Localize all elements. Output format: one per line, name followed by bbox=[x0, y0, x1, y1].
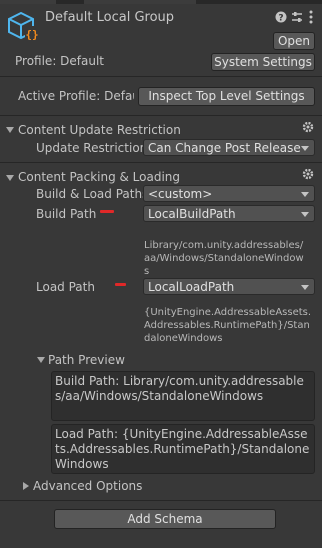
build-path-dropdown[interactable]: LocalBuildPath bbox=[143, 205, 315, 222]
editor-tab-strip bbox=[0, 0, 322, 4]
more-menu-icon[interactable] bbox=[308, 10, 314, 24]
help-icon[interactable]: ? bbox=[275, 11, 287, 24]
add-schema-button[interactable]: Add Schema bbox=[54, 509, 276, 529]
presets-icon[interactable] bbox=[291, 11, 303, 23]
system-settings-button[interactable]: System Settings bbox=[211, 53, 315, 71]
gear-icon[interactable] bbox=[302, 168, 314, 180]
build-path-label: Build Path bbox=[36, 207, 97, 221]
divider bbox=[0, 76, 322, 77]
update-restriction-label: Update Restriction bbox=[36, 141, 148, 155]
svg-text:{}: {} bbox=[25, 28, 38, 41]
divider bbox=[0, 115, 322, 116]
annotation-mark bbox=[100, 210, 114, 213]
update-restriction-dropdown[interactable]: Can Change Post Release bbox=[143, 139, 315, 156]
update-restriction-value: Can Change Post Release bbox=[148, 141, 301, 155]
chevron-down-icon bbox=[301, 146, 309, 151]
packing-title[interactable]: Content Packing & Loading bbox=[18, 170, 180, 184]
build-path-value: LocalBuildPath bbox=[148, 207, 236, 221]
load-path-label: Load Path bbox=[36, 280, 95, 294]
build-load-paths-dropdown[interactable]: <custom> bbox=[143, 185, 315, 202]
chevron-down-icon bbox=[301, 212, 309, 217]
path-preview-build: Build Path: Library/com.unity.addressabl… bbox=[51, 371, 315, 421]
addressables-group-icon: {} bbox=[7, 11, 39, 42]
divider bbox=[0, 500, 322, 501]
path-preview-title[interactable]: Path Preview bbox=[48, 353, 125, 367]
chevron-down-icon bbox=[301, 192, 309, 197]
svg-text:?: ? bbox=[278, 14, 283, 24]
active-profile-label: Active Profile: Defau bbox=[18, 89, 134, 103]
editor-tab-active[interactable] bbox=[84, 0, 196, 4]
build-load-paths-value: <custom> bbox=[148, 187, 213, 201]
build-load-paths-label: Build & Load Paths bbox=[36, 187, 149, 201]
load-path-resolved: {UnityEngine.AddressableAssets.Addressab… bbox=[144, 307, 312, 344]
annotation-mark bbox=[115, 283, 126, 286]
chevron-down-icon bbox=[301, 285, 309, 290]
group-title: Default Local Group bbox=[45, 10, 175, 25]
load-path-dropdown[interactable]: LocalLoadPath bbox=[143, 278, 315, 295]
open-button[interactable]: Open bbox=[273, 32, 315, 50]
content-update-foldout-arrow[interactable] bbox=[6, 127, 14, 133]
divider bbox=[0, 162, 322, 163]
load-path-value: LocalLoadPath bbox=[148, 280, 235, 294]
build-path-resolved: Library/com.unity.addressables/aa/Window… bbox=[144, 240, 304, 277]
advanced-options-title[interactable]: Advanced Options bbox=[33, 479, 142, 493]
advanced-foldout-arrow[interactable] bbox=[23, 482, 29, 490]
gear-icon[interactable] bbox=[302, 121, 314, 133]
editor-tab[interactable] bbox=[0, 0, 56, 4]
content-update-title[interactable]: Content Update Restriction bbox=[18, 123, 181, 137]
packing-foldout-arrow[interactable] bbox=[6, 175, 14, 181]
path-preview-load: Load Path: {UnityEngine.AddressableAsset… bbox=[51, 424, 315, 474]
profile-label: Profile: Default bbox=[15, 54, 105, 68]
inspect-top-level-settings-button[interactable]: Inspect Top Level Settings bbox=[138, 87, 315, 106]
path-preview-foldout-arrow[interactable] bbox=[37, 357, 45, 363]
